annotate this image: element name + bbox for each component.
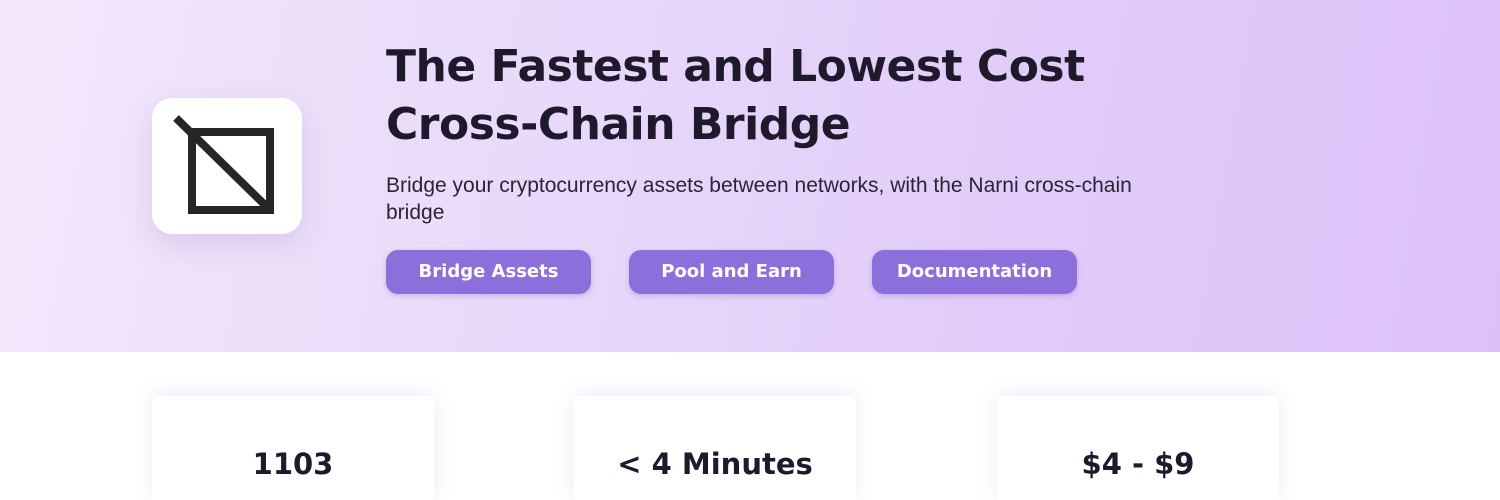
stat-value: 1103 xyxy=(252,447,334,481)
page-title: The Fastest and Lowest Cost Cross-Chain … xyxy=(386,41,1085,150)
bridge-assets-button[interactable]: Bridge Assets xyxy=(386,250,591,294)
crossed-square-logo-icon xyxy=(173,115,274,214)
documentation-button[interactable]: Documentation xyxy=(872,250,1077,294)
stat-card-cost: $4 - $9 xyxy=(997,396,1279,500)
hero-section: The Fastest and Lowest Cost Cross-Chain … xyxy=(0,0,1500,352)
stat-value: < 4 Minutes xyxy=(617,447,813,481)
stat-value: $4 - $9 xyxy=(1081,447,1195,481)
stat-card-count: 1103 xyxy=(152,396,434,500)
stat-card-time: < 4 Minutes xyxy=(574,396,856,500)
logo-tile xyxy=(152,98,302,234)
pool-and-earn-button[interactable]: Pool and Earn xyxy=(629,250,834,294)
page-subtitle: Bridge your cryptocurrency assets betwee… xyxy=(386,174,1132,224)
